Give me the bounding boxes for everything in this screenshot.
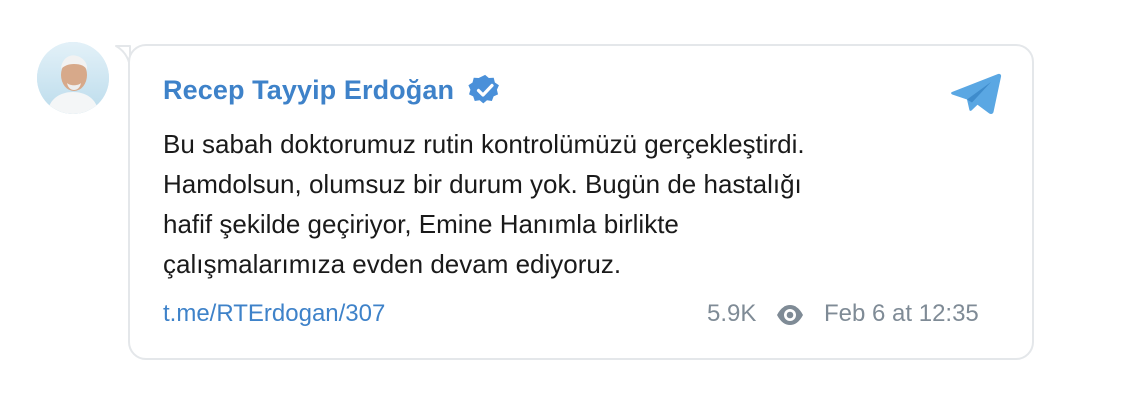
message-line: hafif şekilde geçiriyor, Emine Hanımla b… <box>163 209 679 239</box>
post-date: Feb 6 at 12:35 <box>824 300 979 327</box>
message-line: Hamdolsun, olumsuz bir durum yok. Bugün … <box>163 169 802 199</box>
telegram-icon[interactable] <box>950 72 1002 116</box>
channel-header: Recep Tayyip Erdoğan <box>163 70 502 110</box>
message-line: Bu sabah doktorumuz rutin kontrolümüzü g… <box>163 129 805 159</box>
message-text: Bu sabah doktorumuz rutin kontrolümüzü g… <box>163 124 993 284</box>
profile-photo-icon <box>37 42 109 114</box>
eye-icon <box>777 305 803 325</box>
verified-badge-icon <box>468 74 500 104</box>
message-line: çalışmalarımıza evden devam ediyoruz. <box>163 249 622 279</box>
views-count: 5.9K <box>707 300 757 327</box>
channel-avatar[interactable] <box>37 42 109 114</box>
post-link[interactable]: t.me/RTErdogan/307 <box>163 300 385 328</box>
channel-name[interactable]: Recep Tayyip Erdoğan <box>163 75 454 106</box>
telegram-post-card: Recep Tayyip Erdoğan Bu sabah doktorumuz… <box>0 0 1122 412</box>
